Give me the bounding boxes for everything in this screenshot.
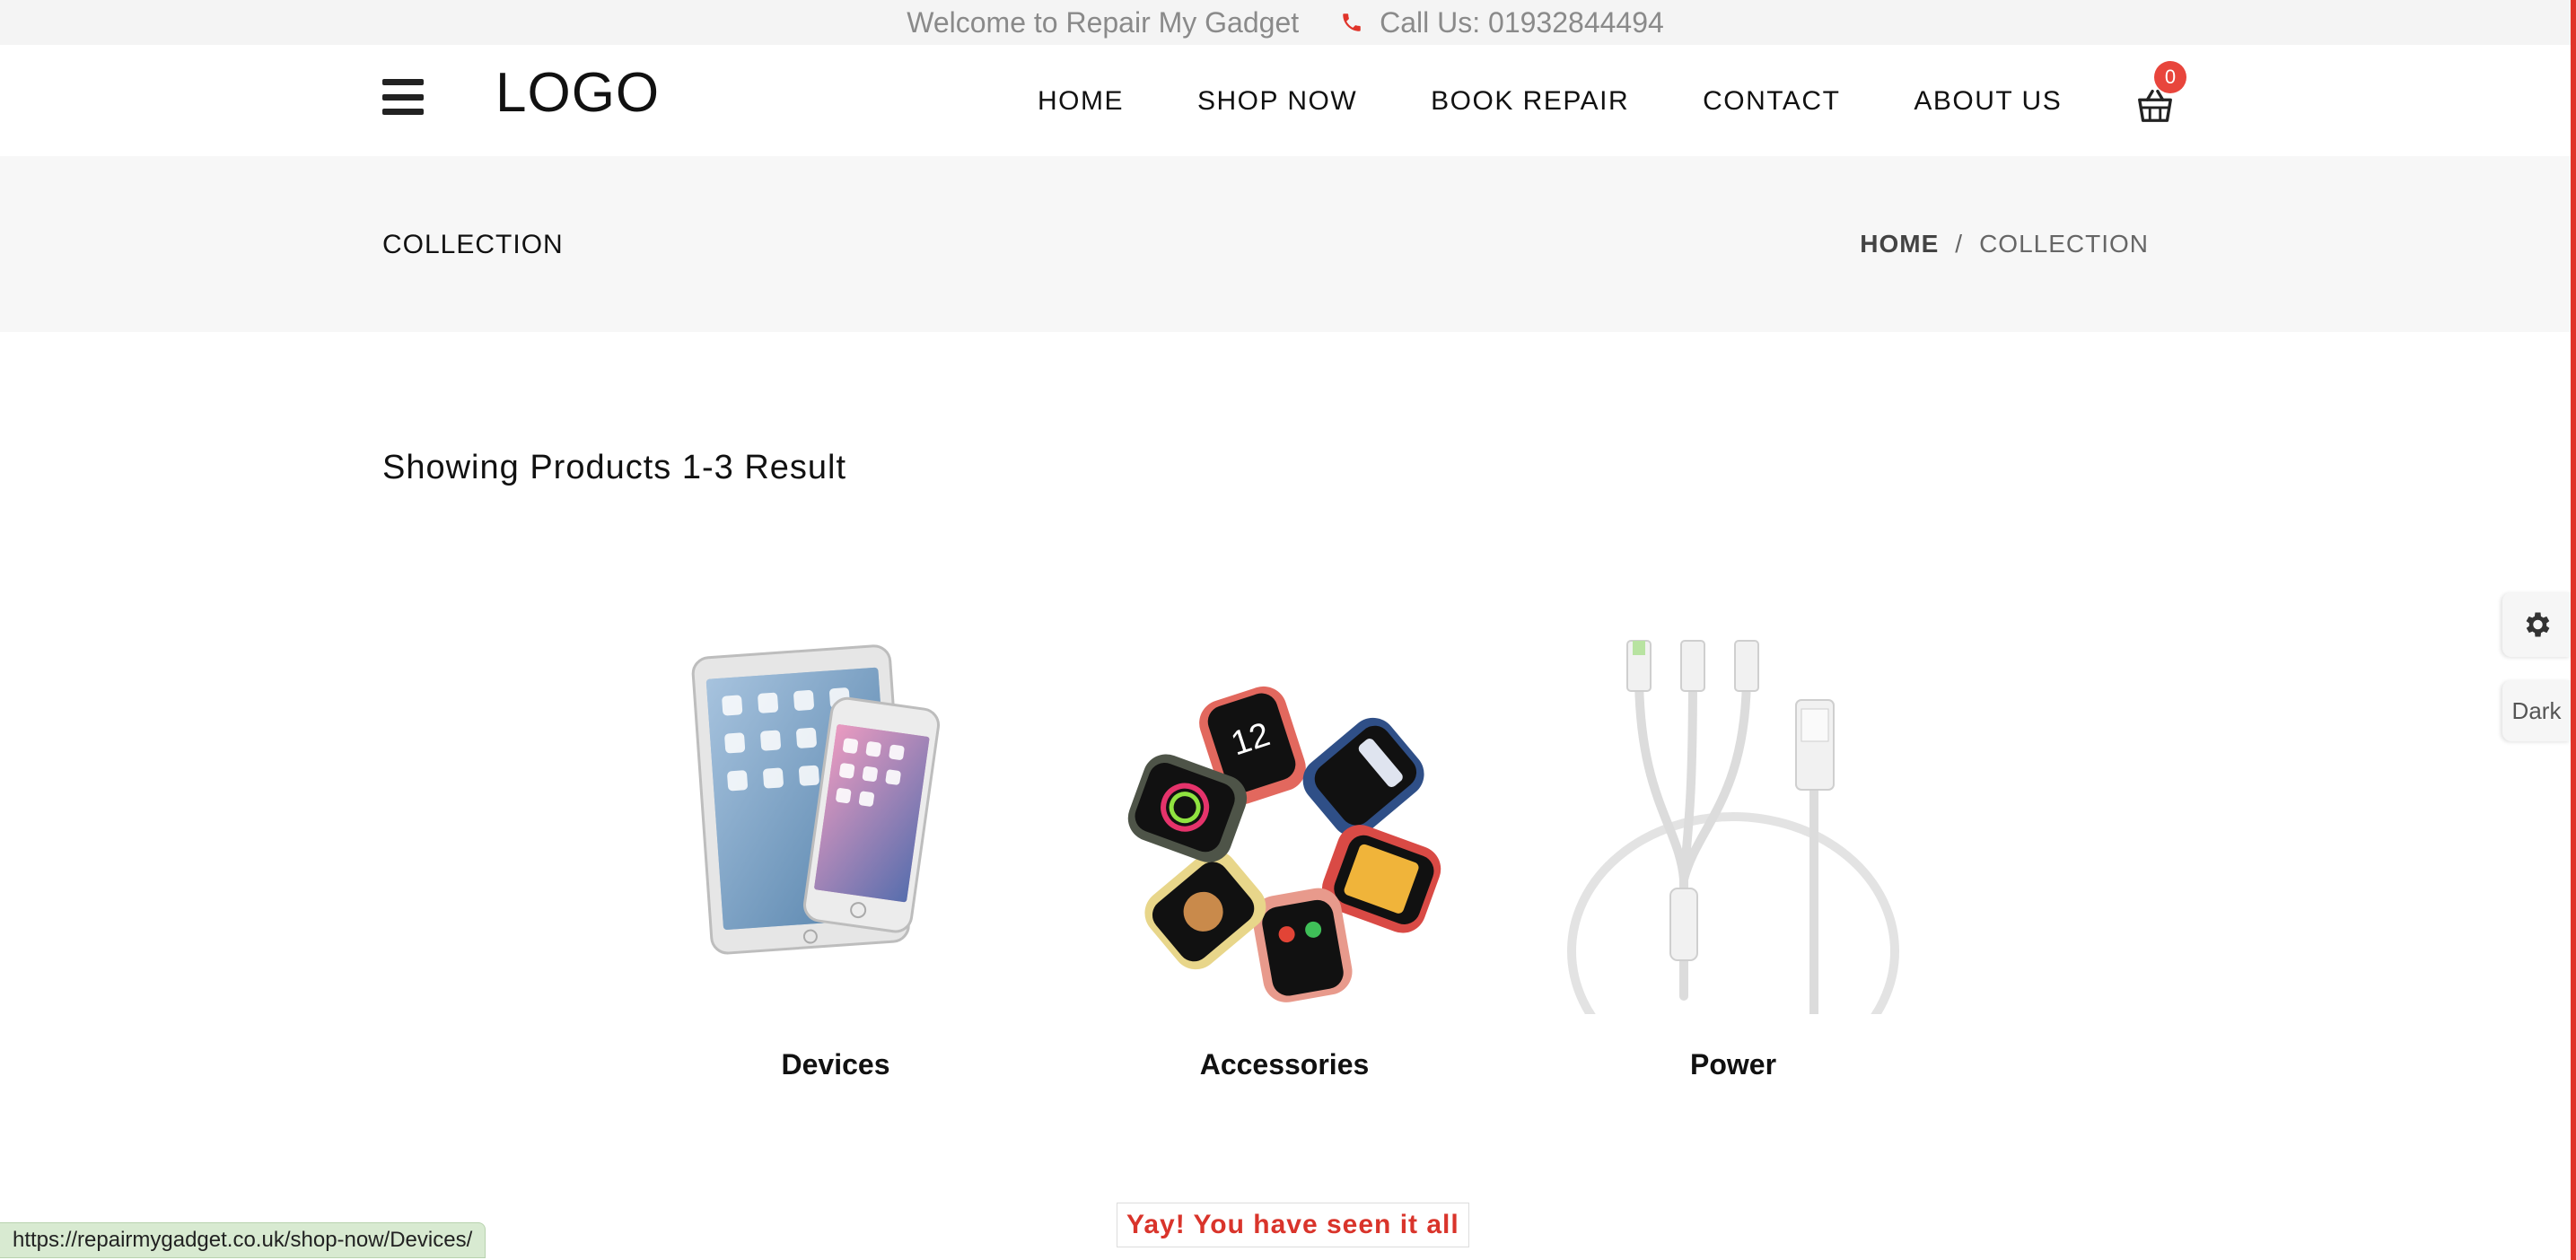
product-name[interactable]: Devices [656, 1048, 1015, 1081]
breadcrumb-current: COLLECTION [1979, 230, 2149, 258]
breadcrumb-home[interactable]: HOME [1860, 230, 1939, 258]
nav-home[interactable]: HOME [1038, 86, 1124, 117]
nav-shop-now[interactable]: SHOP NOW [1197, 86, 1357, 117]
product-name[interactable]: Accessories [1105, 1048, 1464, 1081]
end-of-list-message: Yay! You have seen it all [1117, 1203, 1469, 1247]
product-card-devices[interactable]: Devices [656, 619, 1015, 1081]
welcome-text: Welcome to Repair My Gadget [907, 5, 1300, 39]
product-card-power[interactable]: Power [1554, 619, 1913, 1081]
page-title: COLLECTION [382, 230, 564, 259]
gear-icon [2526, 612, 2550, 637]
settings-toggle[interactable] [2502, 592, 2571, 657]
power-image[interactable] [1554, 619, 1913, 1014]
results-count: Showing Products 1-3 Result [382, 449, 847, 486]
site-logo[interactable]: LOGO [495, 61, 660, 125]
hamburger-menu-icon[interactable] [382, 79, 424, 115]
product-name[interactable]: Power [1554, 1048, 1913, 1081]
nav-book-repair[interactable]: BOOK REPAIR [1431, 86, 1629, 117]
breadcrumb: HOME / COLLECTION [1860, 230, 2149, 258]
page-banner: COLLECTION HOME / COLLECTION [0, 156, 2571, 332]
accessories-image[interactable]: 12 [1105, 619, 1464, 1014]
dark-mode-toggle[interactable]: Dark [2502, 680, 2571, 741]
breadcrumb-separator: / [1955, 230, 1964, 258]
product-card-accessories[interactable]: 12 Accessories [1105, 619, 1464, 1081]
nav-about-us[interactable]: ABOUT US [1914, 86, 2062, 117]
main-nav: HOME SHOP NOW BOOK REPAIR CONTACT ABOUT … [1038, 86, 2062, 117]
call-us-text: Call Us: 01932844494 [1380, 5, 1664, 39]
cart-count-badge: 0 [2154, 61, 2186, 93]
browser-edge [2571, 0, 2576, 1260]
status-url: https://repairmygadget.co.uk/shop-now/De… [0, 1222, 486, 1258]
site-header: LOGO HOME SHOP NOW BOOK REPAIR CONTACT A… [0, 45, 2571, 156]
nav-contact[interactable]: CONTACT [1703, 86, 1840, 117]
top-info-bar: Welcome to Repair My Gadget Call Us: 019… [0, 0, 2571, 45]
devices-image[interactable] [656, 619, 1015, 1014]
call-us[interactable]: Call Us: 01932844494 [1340, 6, 1664, 39]
phone-icon [1343, 13, 1361, 31]
